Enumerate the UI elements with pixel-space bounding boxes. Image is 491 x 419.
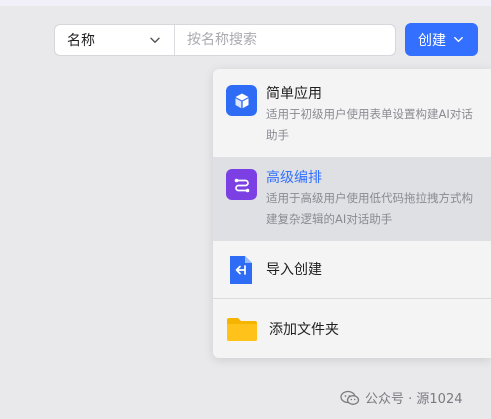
search-input[interactable] [175, 25, 395, 55]
create-button-label: 创建 [418, 32, 446, 49]
watermark-text: 公众号 · 源1024 [365, 392, 463, 407]
top-strip [0, 0, 491, 6]
create-dropdown-menu: 简单应用 适用于初级用户使用表单设置构建AI对话助手 高级编排 适用于高级用户使… [213, 69, 491, 358]
menu-item-title: 简单应用 [266, 86, 322, 102]
search-bar: 名称 [54, 24, 396, 56]
menu-item-add-folder[interactable]: 添加文件夹 [213, 299, 491, 358]
menu-item-description: 适用于初级用户使用表单设置构建AI对话助手 [266, 107, 473, 142]
menu-item-simple-app[interactable]: 简单应用 适用于初级用户使用表单设置构建AI对话助手 [213, 69, 491, 156]
menu-item-title: 添加文件夹 [269, 322, 339, 338]
workflow-icon [226, 169, 257, 200]
create-button[interactable]: 创建 [405, 23, 478, 56]
wechat-icon [340, 390, 360, 405]
import-file-icon [228, 254, 254, 286]
chevron-down-icon [150, 37, 160, 43]
search-field-select[interactable]: 名称 [55, 25, 175, 55]
menu-item-title: 导入创建 [266, 262, 322, 278]
watermark: 公众号 · 源1024 [340, 388, 462, 407]
menu-item-advanced-orchestration[interactable]: 高级编排 适用于高级用户使用低代码拖拉拽方式构建复杂逻辑的AI对话助手 [213, 157, 491, 241]
menu-item-title: 高级编排 [266, 170, 322, 186]
folder-icon [226, 316, 258, 342]
menu-item-description: 适用于高级用户使用低代码拖拉拽方式构建复杂逻辑的AI对话助手 [266, 191, 473, 226]
menu-item-import-create[interactable]: 导入创建 [213, 241, 491, 298]
cube-icon [226, 85, 257, 116]
chevron-down-icon [454, 36, 463, 43]
search-field-select-value: 名称 [67, 33, 95, 49]
